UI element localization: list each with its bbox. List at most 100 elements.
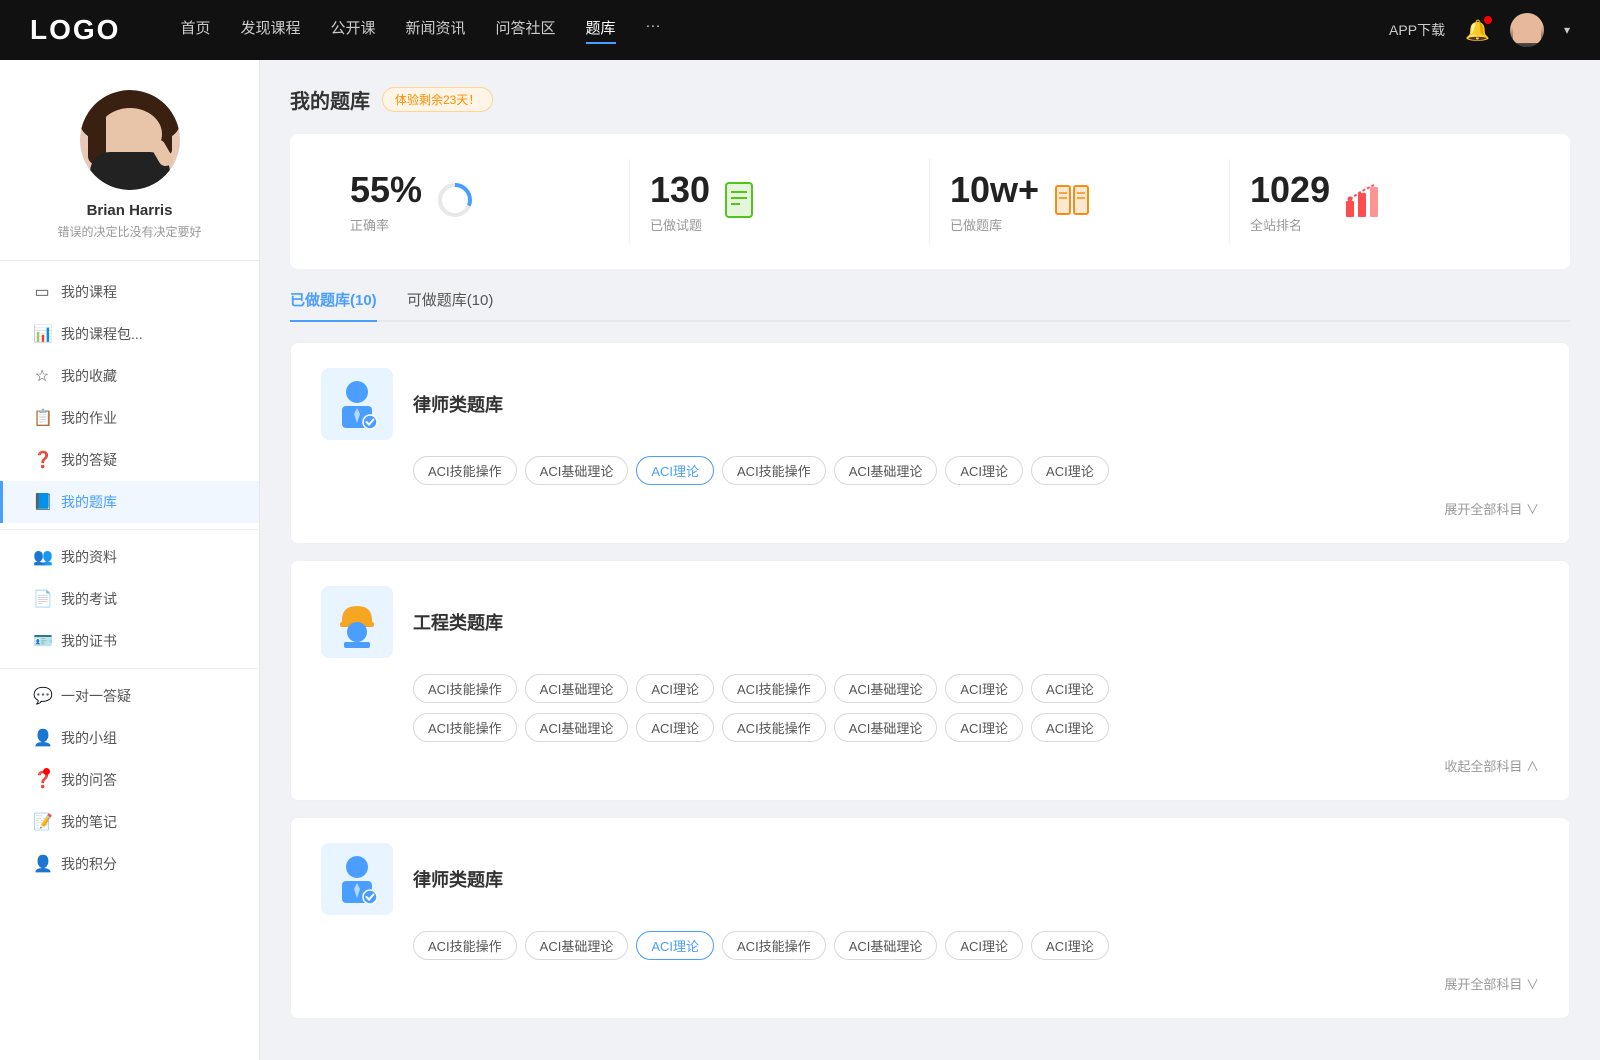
lawyer-icon-2 bbox=[332, 853, 382, 905]
bank-header-1: 律师类题库 bbox=[321, 368, 1539, 440]
sidebar-item-my-note[interactable]: 📝 我的笔记 bbox=[0, 801, 259, 843]
sidebar-item-one-on-one[interactable]: 💬 一对一答疑 bbox=[0, 675, 259, 717]
sidebar-item-my-question[interactable]: ❓ 我的答疑 bbox=[0, 439, 259, 481]
sidebar-item-label: 我的答疑 bbox=[61, 450, 117, 470]
sidebar-item-label: 我的收藏 bbox=[61, 366, 117, 386]
stats-row: 55% 正确率 130 已做试题 bbox=[290, 134, 1570, 269]
sidebar-item-my-bank[interactable]: 📘 我的题库 bbox=[0, 481, 259, 523]
course-icon: ▭ bbox=[33, 282, 51, 302]
nav-item-news[interactable]: 新闻资讯 bbox=[406, 17, 466, 44]
bank-name-2: 工程类题库 bbox=[413, 609, 503, 635]
bank-tag[interactable]: ACI理论 bbox=[1031, 456, 1109, 485]
expand-button-3[interactable]: 展开全部科目 ∨ bbox=[1444, 974, 1539, 993]
sidebar-item-label: 我的题库 bbox=[61, 492, 117, 512]
sidebar-item-my-homework[interactable]: 📋 我的作业 bbox=[0, 397, 259, 439]
bank-tag-active[interactable]: ACI理论 bbox=[636, 931, 714, 960]
nav-item-bank[interactable]: 题库 bbox=[586, 17, 616, 44]
sidebar-item-label: 我的证书 bbox=[61, 631, 117, 651]
bank-tag[interactable]: ACI基础理论 bbox=[525, 456, 629, 485]
sidebar-item-my-data[interactable]: 👥 我的资料 bbox=[0, 536, 259, 578]
done-questions-value: 130 已做试题 bbox=[650, 169, 710, 234]
nav-item-more[interactable]: ··· bbox=[646, 17, 661, 44]
accuracy-label: 正确率 bbox=[350, 215, 422, 234]
done-banks-value: 10w+ 已做题库 bbox=[950, 169, 1039, 234]
sidebar-item-my-package[interactable]: 📊 我的课程包... bbox=[0, 313, 259, 355]
bank-card-1: 律师类题库 ACI技能操作 ACI基础理论 ACI理论 ACI技能操作 ACI基… bbox=[290, 342, 1570, 544]
stat-done-banks: 10w+ 已做题库 bbox=[930, 159, 1230, 244]
app-download-button[interactable]: APP下载 bbox=[1389, 20, 1445, 40]
sidebar: Brian Harris 错误的决定比没有决定要好 ▭ 我的课程 📊 我的课程包… bbox=[0, 60, 260, 1060]
nav-item-open[interactable]: 公开课 bbox=[330, 17, 375, 44]
page-wrapper: Brian Harris 错误的决定比没有决定要好 ▭ 我的课程 📊 我的课程包… bbox=[0, 60, 1600, 1060]
bank-tag[interactable]: ACI基础理论 bbox=[834, 674, 938, 703]
stat-ranking: 1029 全站排名 bbox=[1230, 159, 1530, 244]
ranking-label: 全站排名 bbox=[1250, 215, 1330, 234]
bank-tags-3: ACI技能操作 ACI基础理论 ACI理论 ACI技能操作 ACI基础理论 AC… bbox=[321, 931, 1539, 960]
sidebar-item-label: 我的积分 bbox=[61, 854, 117, 874]
sidebar-item-my-favorite[interactable]: ☆ 我的收藏 bbox=[0, 355, 259, 397]
bank-tags-1: ACI技能操作 ACI基础理论 ACI理论 ACI技能操作 ACI基础理论 AC… bbox=[321, 456, 1539, 485]
bank-tag[interactable]: ACI理论 bbox=[636, 674, 714, 703]
bank-tag[interactable]: ACI理论 bbox=[636, 713, 714, 742]
sidebar-item-my-exam[interactable]: 📄 我的考试 bbox=[0, 578, 259, 620]
nav-item-qa[interactable]: 问答社区 bbox=[496, 17, 556, 44]
bank-tag[interactable]: ACI技能操作 bbox=[722, 931, 826, 960]
sidebar-item-label: 我的课程 bbox=[61, 282, 117, 302]
bank-avatar-lawyer-2 bbox=[321, 843, 393, 915]
sidebar-item-label: 我的小组 bbox=[61, 728, 117, 748]
bank-tag[interactable]: ACI技能操作 bbox=[722, 674, 826, 703]
sidebar-item-label: 我的作业 bbox=[61, 408, 117, 428]
bank-tag[interactable]: ACI基础理论 bbox=[525, 931, 629, 960]
bank-tag[interactable]: ACI基础理论 bbox=[834, 713, 938, 742]
user-avatar[interactable] bbox=[1510, 13, 1544, 47]
bell-button[interactable]: 🔔 bbox=[1465, 18, 1490, 43]
bank-tag[interactable]: ACI基础理论 bbox=[525, 713, 629, 742]
sidebar-item-label: 我的问答 bbox=[61, 770, 117, 790]
sidebar-item-my-course[interactable]: ▭ 我的课程 bbox=[0, 271, 259, 313]
bank-tag[interactable]: ACI技能操作 bbox=[413, 931, 517, 960]
bank-tag[interactable]: ACI理论 bbox=[945, 674, 1023, 703]
done-questions-label: 已做试题 bbox=[650, 215, 710, 234]
bank-tag[interactable]: ACI理论 bbox=[945, 456, 1023, 485]
bank-tag[interactable]: ACI理论 bbox=[945, 713, 1023, 742]
bank-avatar-lawyer-1 bbox=[321, 368, 393, 440]
bank-tag[interactable]: ACI技能操作 bbox=[413, 713, 517, 742]
expand-button-1[interactable]: 展开全部科目 ∨ bbox=[1444, 499, 1539, 518]
sidebar-item-my-cert[interactable]: 🪪 我的证书 bbox=[0, 620, 259, 662]
book-icon bbox=[1053, 181, 1091, 222]
bank-card-3: 律师类题库 ACI技能操作 ACI基础理论 ACI理论 ACI技能操作 ACI基… bbox=[290, 817, 1570, 1019]
bank-tag[interactable]: ACI技能操作 bbox=[722, 713, 826, 742]
bank-tag[interactable]: ACI技能操作 bbox=[722, 456, 826, 485]
page-title: 我的题库 bbox=[290, 85, 370, 114]
bank-tag[interactable]: ACI基础理论 bbox=[834, 931, 938, 960]
stat-accuracy: 55% 正确率 bbox=[330, 159, 630, 244]
user-menu-chevron[interactable]: ▾ bbox=[1564, 23, 1570, 37]
bank-tag[interactable]: ACI技能操作 bbox=[413, 674, 517, 703]
bank-tag[interactable]: ACI基础理论 bbox=[834, 456, 938, 485]
data-icon: 👥 bbox=[33, 547, 51, 567]
bank-tag[interactable]: ACI基础理论 bbox=[525, 674, 629, 703]
nav-item-discover[interactable]: 发现课程 bbox=[240, 17, 300, 44]
profile-name: Brian Harris bbox=[87, 202, 173, 219]
bank-tag[interactable]: ACI理论 bbox=[1031, 674, 1109, 703]
bank-tag[interactable]: ACI理论 bbox=[1031, 713, 1109, 742]
bank-footer-2: 收起全部科目 ∧ bbox=[321, 752, 1539, 775]
tab-done[interactable]: 已做题库(10) bbox=[290, 289, 377, 322]
sidebar-item-label: 一对一答疑 bbox=[61, 686, 131, 706]
nav-item-home[interactable]: 首页 bbox=[180, 17, 210, 44]
doc-icon bbox=[724, 181, 758, 222]
main-content: 我的题库 体验剩余23天！ 55% 正确率 bbox=[260, 60, 1600, 1060]
bank-tag[interactable]: ACI技能操作 bbox=[413, 456, 517, 485]
navbar-right: APP下载 🔔 ▾ bbox=[1389, 13, 1570, 47]
collapse-button-2[interactable]: 收起全部科目 ∧ bbox=[1444, 756, 1539, 775]
sidebar-item-my-answer[interactable]: ❓ 我的问答 bbox=[0, 759, 259, 801]
bank-tag[interactable]: ACI理论 bbox=[945, 931, 1023, 960]
bank-tag[interactable]: ACI理论 bbox=[1031, 931, 1109, 960]
content-tabs: 已做题库(10) 可做题库(10) bbox=[290, 289, 1570, 322]
accuracy-icon bbox=[436, 181, 474, 222]
tab-todo[interactable]: 可做题库(10) bbox=[407, 289, 494, 322]
sidebar-item-my-group[interactable]: 👤 我的小组 bbox=[0, 717, 259, 759]
done-banks-label: 已做题库 bbox=[950, 215, 1039, 234]
sidebar-item-my-points[interactable]: 👤 我的积分 bbox=[0, 843, 259, 885]
bank-tag-active[interactable]: ACI理论 bbox=[636, 456, 714, 485]
